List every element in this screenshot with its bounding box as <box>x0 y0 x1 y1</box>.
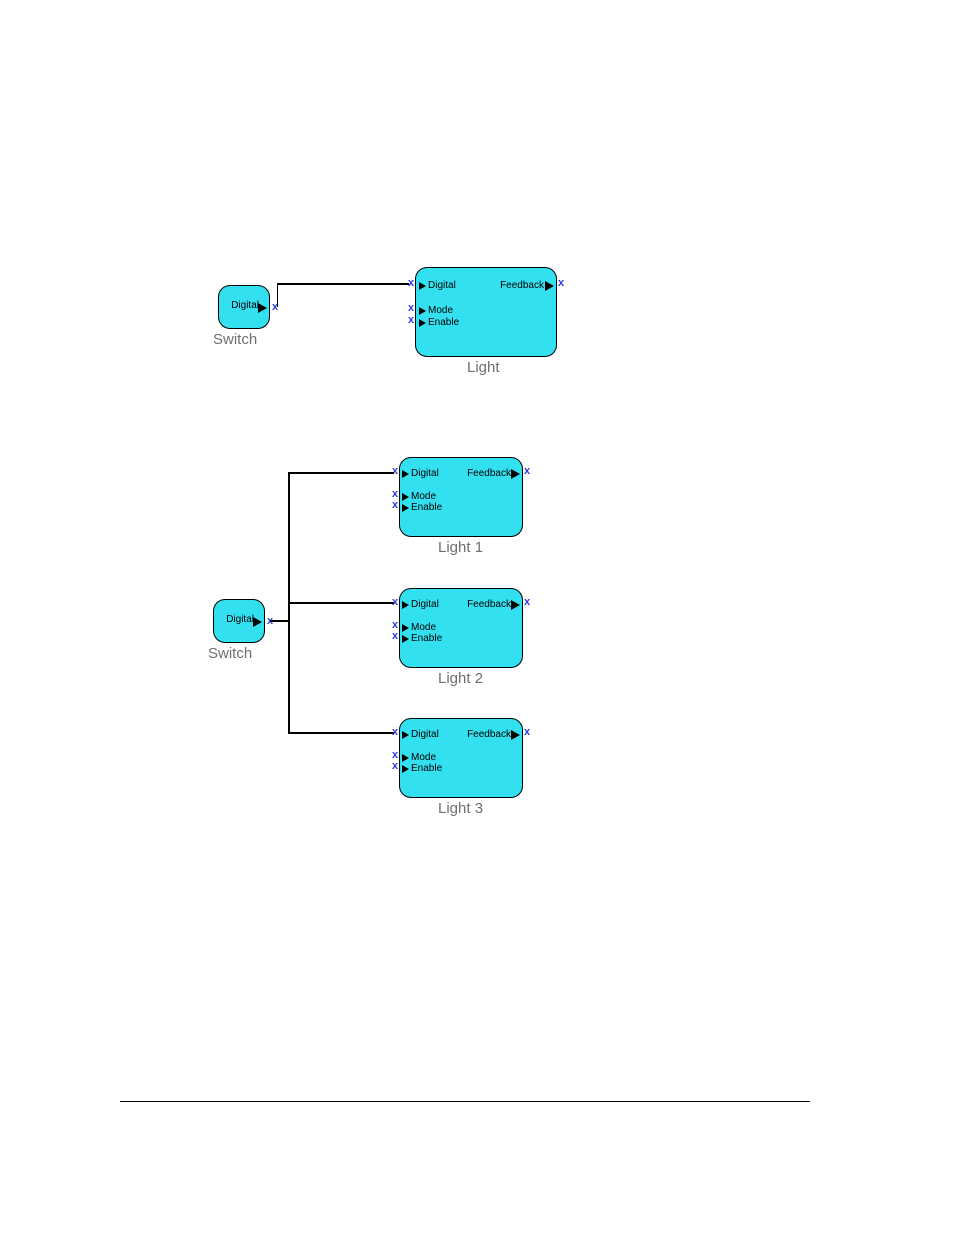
light-in1-arrow-icon <box>419 282 426 290</box>
diagram-canvas: Digital x Switch Digital Mode Enable Fee… <box>0 0 954 1235</box>
wire <box>288 732 394 734</box>
port-terminator-icon: x <box>524 726 530 738</box>
port-terminator-icon: x <box>558 277 564 289</box>
light1-mode-label: Mode <box>411 491 436 502</box>
wire <box>270 620 290 622</box>
light2-mode-label: Mode <box>411 622 436 633</box>
light2-block[interactable]: Digital Mode Enable Feedback <box>399 588 523 668</box>
port-terminator-icon: x <box>408 314 414 326</box>
arrow-icon <box>402 635 409 643</box>
wire <box>288 472 394 474</box>
light-in3-arrow-icon <box>419 319 426 327</box>
light3-feedback-label: Feedback <box>467 729 511 740</box>
light2-label: Light 2 <box>438 670 483 687</box>
light-block[interactable]: Digital Mode Enable Feedback <box>415 267 557 357</box>
light1-digital-label: Digital <box>411 468 439 479</box>
switch-block-2[interactable]: Digital <box>213 599 265 643</box>
port-terminator-icon: x <box>408 302 414 314</box>
switch-port-label: Digital <box>231 300 259 311</box>
light1-block[interactable]: Digital Mode Enable Feedback <box>399 457 523 537</box>
switch2-out-arrow-icon <box>253 617 262 627</box>
port-terminator-icon: x <box>392 630 398 642</box>
light1-enable-label: Enable <box>411 502 442 513</box>
arrow-icon <box>402 493 409 501</box>
port-terminator-icon: x <box>524 465 530 477</box>
arrow-icon <box>402 765 409 773</box>
switch-out-arrow-icon <box>258 303 267 313</box>
light1-feedback-label: Feedback <box>467 468 511 479</box>
light2-enable-label: Enable <box>411 633 442 644</box>
wire <box>277 284 278 307</box>
light3-mode-label: Mode <box>411 752 436 763</box>
arrow-icon <box>511 600 520 610</box>
wire <box>277 283 409 285</box>
port-terminator-icon: x <box>524 596 530 608</box>
switch2-label: Switch <box>208 645 252 662</box>
light2-feedback-label: Feedback <box>467 599 511 610</box>
arrow-icon <box>511 469 520 479</box>
light1-label: Light 1 <box>438 539 483 556</box>
arrow-icon <box>511 730 520 740</box>
wire <box>288 602 394 604</box>
arrow-icon <box>402 601 409 609</box>
light-out-arrow-icon <box>545 281 554 291</box>
light-in2-arrow-icon <box>419 307 426 315</box>
light-label: Light <box>467 359 500 376</box>
port-terminator-icon: x <box>392 465 398 477</box>
light-digital-label: Digital <box>428 280 456 291</box>
arrow-icon <box>402 624 409 632</box>
arrow-icon <box>402 754 409 762</box>
wire <box>288 602 290 622</box>
light-enable-label: Enable <box>428 317 459 328</box>
arrow-icon <box>402 504 409 512</box>
page-divider <box>120 1101 810 1102</box>
light3-digital-label: Digital <box>411 729 439 740</box>
light3-enable-label: Enable <box>411 763 442 774</box>
light-mode-label: Mode <box>428 305 453 316</box>
light3-label: Light 3 <box>438 800 483 817</box>
switch-block[interactable]: Digital <box>218 285 270 329</box>
switch2-port-label: Digital <box>226 614 254 625</box>
port-terminator-icon: x <box>392 499 398 511</box>
switch-label: Switch <box>213 331 257 348</box>
arrow-icon <box>402 731 409 739</box>
light-feedback-label: Feedback <box>500 280 544 291</box>
light3-block[interactable]: Digital Mode Enable Feedback <box>399 718 523 798</box>
arrow-icon <box>402 470 409 478</box>
port-terminator-icon: x <box>392 760 398 772</box>
light2-digital-label: Digital <box>411 599 439 610</box>
